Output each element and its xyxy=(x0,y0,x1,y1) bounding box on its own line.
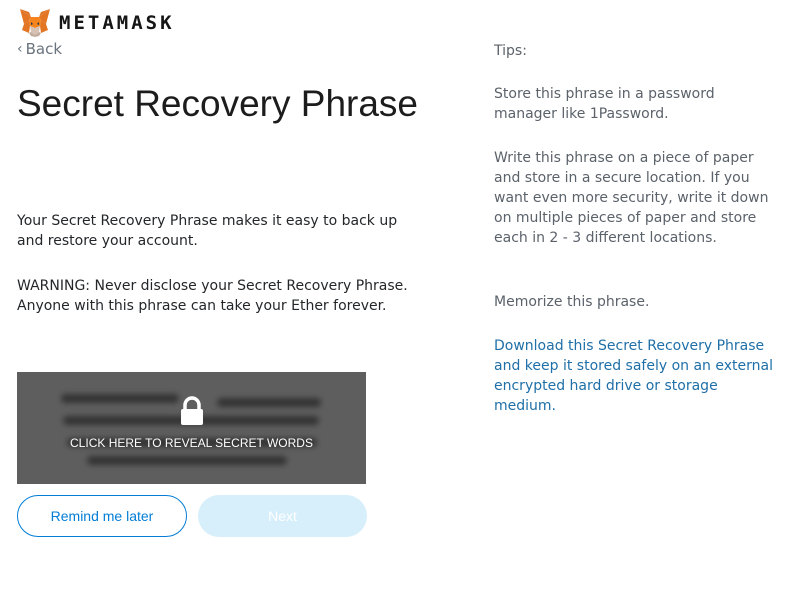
tips-heading: Tips: xyxy=(494,43,527,59)
reveal-secret-words-box[interactable]: CLICK HERE TO REVEAL SECRET WORDS xyxy=(17,372,366,484)
tip-password-manager: Store this phrase in a password manager … xyxy=(494,86,715,122)
back-label: Back xyxy=(25,40,63,58)
blurred-words xyxy=(61,394,179,403)
warning-text: WARNING: Never disclose your Secret Reco… xyxy=(17,278,408,314)
back-link[interactable]: ‹ Back xyxy=(17,40,62,58)
download-phrase-link[interactable]: Download this Secret Recovery Phrase and… xyxy=(494,336,774,416)
metamask-wordmark: METAMASK xyxy=(59,12,175,34)
lock-icon xyxy=(181,396,203,425)
page-title: Secret Recovery Phrase xyxy=(17,83,419,124)
tip-write-on-paper: Write this phrase on a piece of paper an… xyxy=(494,150,769,246)
next-button[interactable]: Next xyxy=(198,495,367,537)
metamask-logo: METAMASK xyxy=(18,8,175,38)
reveal-label: CLICK HERE TO REVEAL SECRET WORDS xyxy=(70,436,313,450)
tip-memorize: Memorize this phrase. xyxy=(494,294,650,310)
blurred-words xyxy=(87,456,287,465)
remind-me-later-button[interactable]: Remind me later xyxy=(17,495,187,537)
chevron-left-icon: ‹ xyxy=(17,41,23,57)
description-text: Your Secret Recovery Phrase makes it eas… xyxy=(17,213,398,249)
fox-icon xyxy=(20,9,50,37)
blurred-words xyxy=(217,398,321,407)
